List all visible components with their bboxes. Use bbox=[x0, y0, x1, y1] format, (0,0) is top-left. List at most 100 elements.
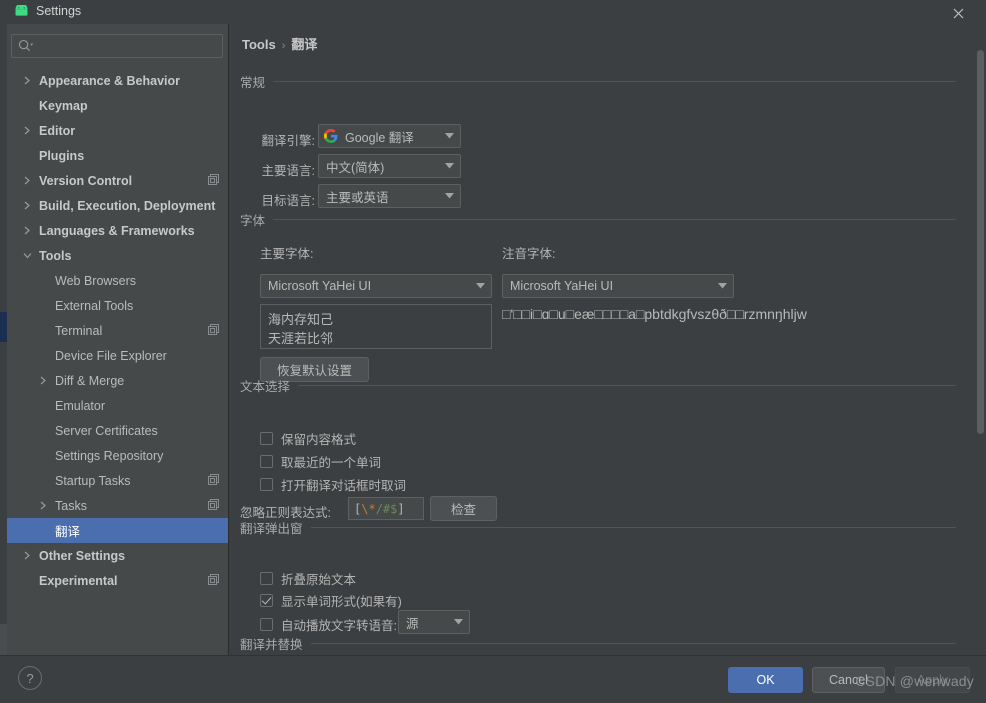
chevron-right-icon[interactable] bbox=[37, 500, 49, 512]
primary-language-select[interactable]: 中文(简体) bbox=[318, 154, 461, 178]
sidebar-item-label: 翻译 bbox=[55, 525, 81, 539]
sidebar-item-plugins[interactable]: Plugins bbox=[7, 143, 228, 168]
primary-font-label: 主要字体: bbox=[260, 247, 314, 261]
checkbox-box[interactable] bbox=[260, 478, 273, 491]
sidebar-item-startup-tasks[interactable]: Startup Tasks bbox=[7, 468, 228, 493]
sidebar-search[interactable] bbox=[11, 34, 223, 58]
checkbox-box[interactable] bbox=[260, 432, 273, 445]
chevron-right-icon[interactable] bbox=[21, 175, 33, 187]
close-icon[interactable] bbox=[938, 0, 978, 26]
sidebar-item-emulator[interactable]: Emulator bbox=[7, 393, 228, 418]
engine-label: 翻译引擎: bbox=[261, 134, 315, 148]
phonetic-font-preview: □'□□i□ɑ□u□eæ□□□□a□pbtdkgfvszθð□□rzmnŋhlj… bbox=[502, 306, 807, 322]
sidebar-item-web-browsers[interactable]: Web Browsers bbox=[7, 268, 228, 293]
chevron-right-icon[interactable] bbox=[21, 550, 33, 562]
sidebar-item-languages-frameworks[interactable]: Languages & Frameworks bbox=[7, 218, 228, 243]
section-rule bbox=[310, 527, 956, 528]
sidebar-item-appearance-behavior[interactable]: Appearance & Behavior bbox=[7, 68, 228, 93]
editor-tab-accent bbox=[0, 312, 7, 342]
content-scrollbar[interactable] bbox=[975, 24, 986, 655]
scrollbar-thumb[interactable] bbox=[977, 50, 984, 434]
chevron-right-icon[interactable] bbox=[21, 75, 33, 87]
section-general-header: 常规 bbox=[240, 72, 956, 91]
sidebar-item-label: Tasks bbox=[55, 498, 87, 513]
search-box[interactable] bbox=[11, 34, 223, 58]
chevron-down-icon[interactable] bbox=[21, 250, 33, 262]
sidebar-item-tasks[interactable]: Tasks bbox=[7, 493, 228, 518]
sidebar-item-label: Build, Execution, Deployment bbox=[39, 198, 216, 213]
chevron-right-icon[interactable] bbox=[37, 375, 49, 387]
sidebar-item-server-certificates[interactable]: Server Certificates bbox=[7, 418, 228, 443]
sidebar-item-experimental[interactable]: Experimental bbox=[7, 568, 228, 593]
target-language-select[interactable]: 主要或英语 bbox=[318, 184, 461, 208]
target-language-label: 目标语言: bbox=[261, 194, 315, 208]
copy-settings-icon[interactable] bbox=[208, 499, 219, 513]
sidebar-item-label: Languages & Frameworks bbox=[39, 223, 195, 238]
chevron-right-icon[interactable] bbox=[21, 200, 33, 212]
sidebar-item-terminal[interactable]: Terminal bbox=[7, 318, 228, 343]
sidebar-item-version-control[interactable]: Version Control bbox=[7, 168, 228, 193]
primary-font-select[interactable]: Microsoft YaHei UI bbox=[260, 274, 492, 298]
phonetic-font-value: Microsoft YaHei UI bbox=[510, 279, 614, 293]
copy-settings-icon[interactable] bbox=[208, 174, 219, 188]
chevron-down-icon bbox=[469, 283, 491, 289]
android-robot-icon bbox=[14, 3, 29, 17]
checkbox-label: 保留内容格式 bbox=[281, 433, 357, 447]
sidebar-item-diff-merge[interactable]: Diff & Merge bbox=[7, 368, 228, 393]
sidebar-item-翻译[interactable]: 翻译 bbox=[7, 518, 228, 543]
checkbox-show-word-forms[interactable]: 显示单词形式(如果有) bbox=[260, 591, 402, 610]
sidebar-item-settings-repository[interactable]: Settings Repository bbox=[7, 443, 228, 468]
primary-font-value: Microsoft YaHei UI bbox=[268, 279, 372, 293]
sidebar-item-external-tools[interactable]: External Tools bbox=[7, 293, 228, 318]
section-popup-header: 翻译弹出窗 bbox=[240, 518, 956, 537]
sidebar-item-label: Web Browsers bbox=[55, 273, 137, 288]
ide-left-edge bbox=[0, 24, 7, 679]
checkbox-nearest-word[interactable]: 取最近的一个单词 bbox=[260, 452, 381, 471]
chevron-down-icon bbox=[438, 133, 460, 139]
checkbox-box[interactable] bbox=[260, 618, 273, 631]
chevron-right-icon[interactable] bbox=[21, 125, 33, 137]
sidebar-item-editor[interactable]: Editor bbox=[7, 118, 228, 143]
copy-settings-icon[interactable] bbox=[208, 324, 219, 338]
apply-button: Apply bbox=[895, 667, 970, 693]
cancel-button[interactable]: Cancel bbox=[812, 667, 885, 693]
checkbox-box[interactable] bbox=[260, 594, 273, 607]
checkbox-fold-original[interactable]: 折叠原始文本 bbox=[260, 569, 356, 588]
phonetic-font-select[interactable]: Microsoft YaHei UI bbox=[502, 274, 734, 298]
settings-sidebar: Appearance & Behavior Keymap Editor Plugins… bbox=[7, 24, 229, 655]
sidebar-item-label: Server Certificates bbox=[55, 423, 158, 438]
sidebar-item-label: Appearance & Behavior bbox=[39, 73, 181, 88]
settings-content: Tools › 翻译 常规 翻译引擎: Google 翻译 主要语言: 中文(简… bbox=[230, 24, 986, 655]
settings-tree: Appearance & Behavior Keymap Editor Plugins… bbox=[7, 68, 228, 593]
sidebar-item-label: Diff & Merge bbox=[55, 373, 125, 388]
help-button[interactable]: ? bbox=[18, 666, 42, 690]
sidebar-item-build-execution-deployment[interactable]: Build, Execution, Deployment bbox=[7, 193, 228, 218]
sidebar-item-label: Experimental bbox=[39, 573, 118, 588]
checkbox-box[interactable] bbox=[260, 455, 273, 468]
chevron-right-icon[interactable] bbox=[21, 225, 33, 237]
section-rule bbox=[273, 81, 956, 82]
copy-settings-icon[interactable] bbox=[208, 574, 219, 588]
primary-language-label: 主要语言: bbox=[261, 164, 315, 178]
breadcrumb-root[interactable]: Tools bbox=[242, 37, 276, 52]
search-icon bbox=[18, 39, 34, 56]
checkbox-box[interactable] bbox=[260, 572, 273, 585]
sidebar-item-other-settings[interactable]: Other Settings bbox=[7, 543, 228, 568]
section-replace-title: 翻译并替换 bbox=[240, 638, 303, 652]
sidebar-item-label: Terminal bbox=[55, 323, 103, 338]
checkbox-keep-format[interactable]: 保留内容格式 bbox=[260, 429, 356, 448]
ignore-regex-input[interactable]: [\*/#$] bbox=[348, 497, 424, 520]
sidebar-item-label: Tools bbox=[39, 248, 72, 263]
section-text-selection-header: 文本选择 bbox=[240, 376, 956, 395]
sidebar-item-keymap[interactable]: Keymap bbox=[7, 93, 228, 118]
sidebar-item-tools[interactable]: Tools bbox=[7, 243, 228, 268]
search-input[interactable] bbox=[40, 35, 218, 57]
section-rule bbox=[273, 219, 956, 220]
ok-button[interactable]: OK bbox=[728, 667, 803, 693]
copy-settings-icon[interactable] bbox=[208, 474, 219, 488]
translation-engine-select[interactable]: Google 翻译 bbox=[318, 124, 461, 148]
checkbox-autoplay-tts[interactable]: 自动播放文字转语音: bbox=[260, 615, 397, 634]
checkbox-take-word-on-dialog[interactable]: 打开翻译对话框时取词 bbox=[260, 475, 406, 494]
tts-source-select[interactable]: 源 bbox=[398, 610, 470, 634]
sidebar-item-device-file-explorer[interactable]: Device File Explorer bbox=[7, 343, 228, 368]
